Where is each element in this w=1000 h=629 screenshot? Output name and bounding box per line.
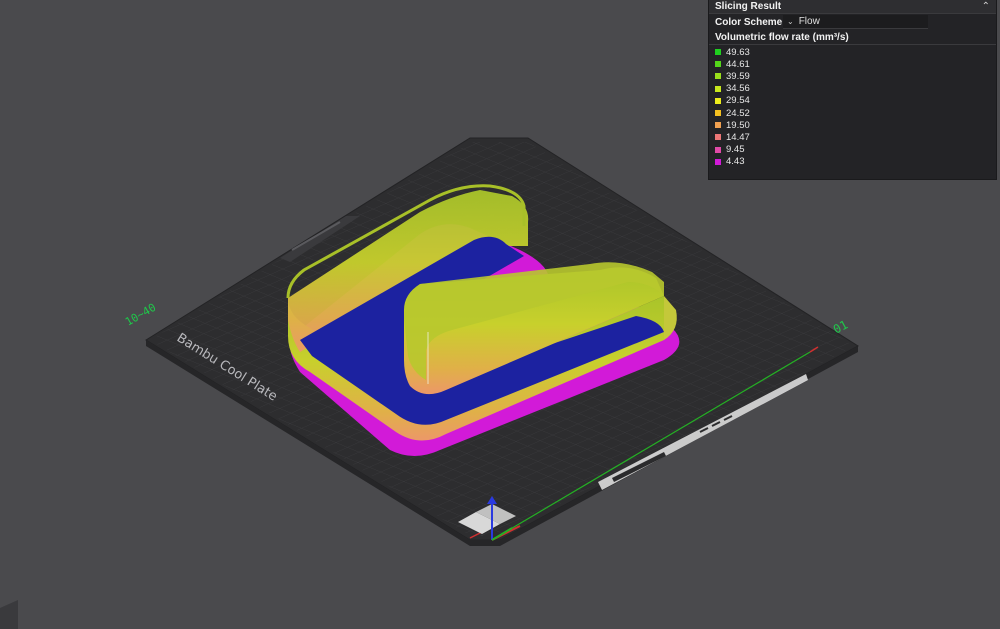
- legend-item: 4.43: [715, 156, 990, 168]
- legend-value: 19.50: [726, 119, 750, 131]
- legend-value: 4.43: [726, 156, 745, 168]
- legend-item: 24.52: [715, 107, 990, 119]
- legend-swatch: [715, 122, 721, 129]
- legend-swatch: [715, 61, 721, 68]
- legend-item: 9.45: [715, 144, 990, 156]
- legend-swatch: [715, 146, 721, 153]
- legend-value: 39.59: [726, 70, 750, 82]
- legend-value: 44.61: [726, 58, 750, 70]
- color-scheme-dropdown[interactable]: ⌄ Flow: [783, 15, 928, 29]
- collapse-chevron-icon[interactable]: ⌃: [982, 1, 990, 12]
- legend-swatch: [715, 49, 721, 56]
- color-scheme-label: Color Scheme: [715, 16, 783, 28]
- color-scheme-value: Flow: [798, 16, 820, 27]
- legend-item: 44.61: [715, 58, 990, 70]
- panel-title: Slicing Result: [715, 1, 782, 12]
- scene-edge-object: [0, 600, 18, 629]
- plate-left-label: 10~40: [123, 301, 158, 329]
- panel-header: Slicing Result ⌃: [709, 0, 996, 14]
- legend-swatch: [715, 73, 721, 80]
- chevron-down-icon: ⌄: [787, 17, 794, 26]
- legend-value: 49.63: [726, 46, 750, 58]
- legend-swatch: [715, 158, 721, 165]
- legend-value: 34.56: [726, 83, 750, 95]
- legend-swatch: [715, 110, 721, 117]
- legend-value: 14.47: [726, 131, 750, 143]
- legend-item: 39.59: [715, 70, 990, 82]
- legend-value: 29.54: [726, 95, 750, 107]
- slicing-result-panel: Slicing Result ⌃ Color Scheme ⌄ Flow Vol…: [709, 0, 996, 179]
- legend-swatch: [715, 85, 721, 92]
- legend-swatch: [715, 97, 721, 104]
- legend-item: 19.50: [715, 119, 990, 131]
- legend-item: 29.54: [715, 95, 990, 107]
- legend-value: 24.52: [726, 107, 750, 119]
- legend-item: 14.47: [715, 131, 990, 143]
- flow-legend: 49.63 44.61 39.59 34.56 29.54 24.52 19.5…: [709, 45, 996, 168]
- legend-value: 9.45: [726, 144, 745, 156]
- legend-item: 34.56: [715, 83, 990, 95]
- legend-item: 49.63: [715, 46, 990, 58]
- legend-title: Volumetric flow rate (mm³/s): [709, 30, 996, 45]
- legend-swatch: [715, 134, 721, 141]
- color-scheme-row: Color Scheme ⌄ Flow: [709, 14, 996, 30]
